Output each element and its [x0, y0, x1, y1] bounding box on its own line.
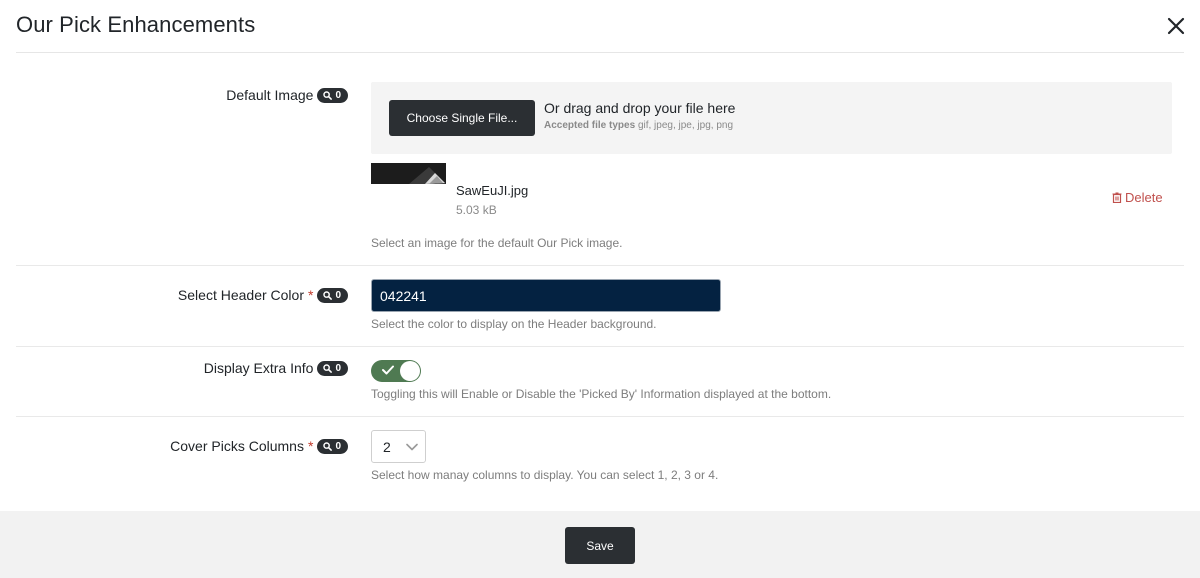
chevron-down-icon [406, 443, 418, 451]
default-image-help: Select an image for the default Our Pick… [371, 236, 623, 250]
trash-icon [1112, 192, 1122, 203]
accepted-types-list: gif, jpeg, jpe, jpg, png [637, 120, 734, 131]
cover-columns-search-badge[interactable]: 0 [317, 438, 348, 454]
file-dropzone[interactable]: Choose Single File... Or drag and drop y… [371, 82, 1172, 154]
modal-footer: Save [0, 511, 1200, 578]
extra-info-toggle[interactable] [371, 360, 421, 382]
modal-header: Our Pick Enhancements [0, 0, 1200, 53]
cover-columns-value: 2 [383, 439, 391, 455]
row-divider [16, 416, 1184, 417]
accepted-types-label: Accepted file types [544, 120, 636, 131]
cover-columns-select[interactable]: 2 [371, 430, 426, 463]
header-color-help: Select the color to display on the Heade… [371, 317, 657, 331]
extra-info-badge-count: 0 [335, 362, 341, 374]
search-icon [323, 90, 333, 100]
file-size: 5.03 kB [456, 203, 497, 217]
row-divider [16, 346, 1184, 347]
extra-info-help: Toggling this will Enable or Disable the… [371, 387, 832, 401]
modal-title: Our Pick Enhancements [16, 12, 256, 37]
header-color-search-badge[interactable]: 0 [317, 287, 348, 303]
close-button[interactable] [1164, 14, 1188, 38]
file-name: SawEuJI.jpg [456, 183, 529, 198]
check-icon [382, 365, 394, 375]
header-divider [16, 52, 1184, 53]
cover-columns-label: Cover Picks Columns * 0 [170, 438, 348, 454]
save-button[interactable]: Save [565, 527, 635, 564]
default-image-badge-count: 0 [335, 89, 341, 101]
choose-file-button[interactable]: Choose Single File... [389, 100, 535, 136]
default-image-search-badge[interactable]: 0 [317, 87, 348, 103]
search-icon [323, 441, 333, 451]
image-thumbnail [371, 163, 446, 184]
default-image-label-text: Default Image [226, 87, 314, 103]
close-icon [1167, 17, 1185, 35]
cover-columns-help: Select how manay columns to display. You… [371, 468, 719, 482]
cover-columns-badge-count: 0 [335, 440, 341, 452]
required-mark: * [307, 438, 314, 454]
toggle-knob [400, 361, 420, 381]
extra-info-label: Display Extra Info 0 [204, 360, 348, 376]
row-divider [16, 265, 1184, 266]
default-image-label: Default Image 0 [226, 87, 348, 103]
search-icon [323, 363, 333, 373]
search-icon [323, 290, 333, 300]
header-color-label: Select Header Color * 0 [178, 287, 348, 303]
delete-file-button[interactable]: Delete [1112, 190, 1163, 205]
delete-label: Delete [1125, 190, 1163, 205]
header-color-label-text: Select Header Color [177, 287, 304, 303]
cover-columns-label-text: Cover Picks Columns [170, 438, 304, 454]
extra-info-label-text: Display Extra Info [203, 360, 314, 376]
extra-info-search-badge[interactable]: 0 [317, 360, 348, 376]
accepted-file-types: Accepted file types gif, jpeg, jpe, jpg,… [544, 120, 733, 131]
drop-text: Or drag and drop your file here [544, 100, 736, 116]
header-color-input[interactable] [371, 279, 721, 312]
required-mark: * [307, 287, 314, 303]
header-color-badge-count: 0 [335, 289, 341, 301]
